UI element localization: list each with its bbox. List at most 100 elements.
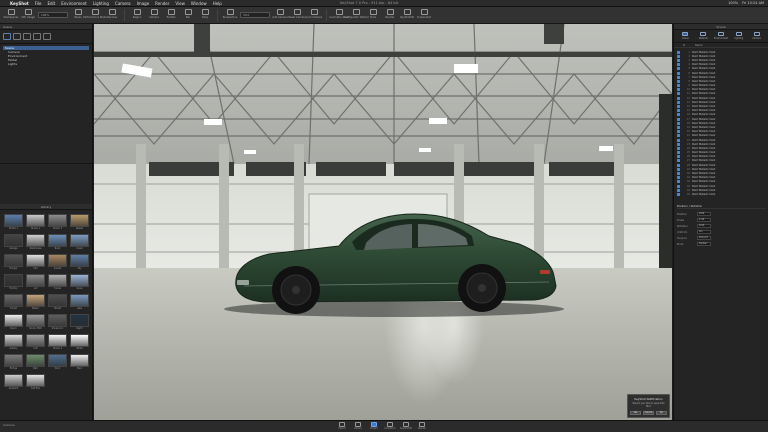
visibility-checkbox[interactable] (677, 50, 680, 54)
camera-icon[interactable] (33, 33, 41, 40)
visibility-checkbox[interactable] (677, 134, 680, 138)
library-item[interactable]: Room (4, 314, 23, 331)
property-value-field[interactable]: Center (697, 242, 711, 246)
visibility-checkbox[interactable] (677, 167, 680, 171)
scene-tree-item[interactable]: Lights (3, 62, 89, 66)
visibility-checkbox[interactable] (677, 63, 680, 67)
visibility-checkbox[interactable] (677, 142, 680, 146)
material-row[interactable]: 35 Paint Metallic Dark (677, 192, 765, 196)
visibility-checkbox[interactable] (677, 155, 680, 159)
visibility-checkbox[interactable] (677, 130, 680, 134)
render-viewport[interactable] (94, 24, 672, 420)
scene-tree-icon[interactable] (3, 33, 11, 40)
toolbar-button-add-camera[interactable]: Add Camera (272, 9, 288, 22)
visibility-checkbox[interactable] (677, 163, 680, 167)
toolbar-button-keyshotvr[interactable]: KeyShotVR (400, 9, 414, 22)
cpu-usage-field[interactable]: 100% (38, 12, 68, 18)
toolbar-button-lock-camera[interactable]: Lock Camera (306, 9, 322, 22)
visibility-checkbox[interactable] (677, 151, 680, 155)
toolbar-button-reset-camera[interactable]: Reset Camera (288, 9, 306, 22)
toolbar-button-render[interactable]: Render (383, 9, 397, 22)
visibility-checkbox[interactable] (677, 79, 680, 83)
library-item[interactable]: Studio 3 (48, 214, 67, 231)
tab-scene[interactable]: Scene (677, 32, 694, 40)
column-name[interactable]: Name (695, 44, 703, 47)
library-item[interactable]: Studio HDR (26, 314, 45, 331)
visibility-checkbox[interactable] (677, 125, 680, 129)
library-item[interactable]: Forest (4, 294, 23, 311)
library-item[interactable]: White (70, 334, 89, 351)
toolbar-button-tools[interactable]: Tools (366, 9, 380, 22)
toolbar-button-camera[interactable]: Camera (147, 9, 161, 22)
library-item[interactable]: Gradient (4, 374, 23, 391)
visibility-checkbox[interactable] (677, 159, 680, 163)
library-item[interactable]: Studio 1 (4, 214, 23, 231)
tab-lighting[interactable]: Lighting (730, 32, 747, 40)
visibility-checkbox[interactable] (677, 188, 680, 192)
toolbar-button-perspective[interactable]: Perspective (223, 9, 237, 22)
library-item[interactable]: Street (48, 294, 67, 311)
tab-environment[interactable]: Environment (713, 32, 730, 40)
settings-icon[interactable] (43, 33, 51, 40)
toolbar-button-pan[interactable]: Pan (181, 9, 195, 22)
toolbar-button-tumble[interactable]: Tumble (164, 9, 178, 22)
library-item[interactable]: Sky (70, 254, 89, 271)
tab-material[interactable]: Material (695, 32, 712, 40)
library-item[interactable]: Studio 4 (48, 334, 67, 351)
environment-icon[interactable] (23, 33, 31, 40)
menu-edit[interactable]: Edit (47, 1, 55, 6)
library-item[interactable]: Desert (70, 214, 89, 231)
library-item[interactable]: Lot (26, 274, 45, 291)
toolbar-button-dolly[interactable]: Dolly (198, 9, 212, 22)
visibility-checkbox[interactable] (677, 138, 680, 142)
library-item[interactable]: Factory (4, 274, 23, 291)
material-icon[interactable] (13, 33, 21, 40)
visibility-checkbox[interactable] (677, 88, 680, 92)
cancel-button[interactable]: Cancel (643, 411, 654, 415)
visibility-checkbox[interactable] (677, 54, 680, 58)
property-value-field[interactable]: On (697, 230, 711, 234)
field-of-view-field[interactable]: 30.0 (240, 12, 270, 18)
no-button[interactable]: No (656, 411, 667, 415)
library-item[interactable]: Studio 2 (26, 214, 45, 231)
visibility-checkbox[interactable] (677, 192, 680, 196)
visibility-checkbox[interactable] (677, 113, 680, 117)
menu-file[interactable]: File (35, 1, 42, 6)
visibility-checkbox[interactable] (677, 67, 680, 71)
library-item[interactable]: Loft (26, 334, 45, 351)
visibility-checkbox[interactable] (677, 117, 680, 121)
library-item[interactable]: Night (70, 314, 89, 331)
visibility-checkbox[interactable] (677, 71, 680, 75)
yes-button[interactable]: Yes (630, 411, 641, 415)
visibility-checkbox[interactable] (677, 96, 680, 100)
property-value-field[interactable]: 0.00 (697, 212, 711, 216)
camera-label[interactable]: Camera (3, 423, 15, 427)
library-item[interactable]: Bridge (4, 354, 23, 371)
visibility-checkbox[interactable] (677, 176, 680, 180)
library-item[interactable]: Showroom (48, 314, 67, 331)
visibility-checkbox[interactable] (677, 109, 680, 113)
visibility-checkbox[interactable] (677, 58, 680, 62)
library-item[interactable]: Hangar (4, 254, 23, 271)
library-item[interactable]: Lake (70, 294, 89, 311)
toolbar-button-denoise[interactable]: Denoise (105, 9, 119, 22)
library-item[interactable]: Dock (48, 354, 67, 371)
app-menu[interactable]: KeyShot (10, 1, 29, 6)
library-item[interactable]: Tunnel (48, 274, 67, 291)
menu-window[interactable]: Window (191, 1, 207, 6)
visibility-checkbox[interactable] (677, 84, 680, 88)
bottom-tool-animation[interactable]: Animation (384, 422, 396, 430)
library-item[interactable]: Beach (26, 294, 45, 311)
toolbar-button-screenshot[interactable]: Screenshot (417, 9, 431, 22)
bottom-tool-render[interactable]: Render (416, 422, 428, 430)
visibility-checkbox[interactable] (677, 172, 680, 176)
toolbar-button-configurator-wizard[interactable]: Configurator Wizard (343, 9, 369, 22)
visibility-checkbox[interactable] (677, 184, 680, 188)
toolbar-button-region[interactable]: Region (130, 9, 144, 22)
menu-image[interactable]: Image (137, 1, 150, 6)
visibility-checkbox[interactable] (677, 92, 680, 96)
battery-status[interactable]: 100% (728, 1, 738, 5)
visibility-checkbox[interactable] (677, 180, 680, 184)
menu-view[interactable]: View (175, 1, 185, 6)
library-item[interactable]: Snow (70, 274, 89, 291)
